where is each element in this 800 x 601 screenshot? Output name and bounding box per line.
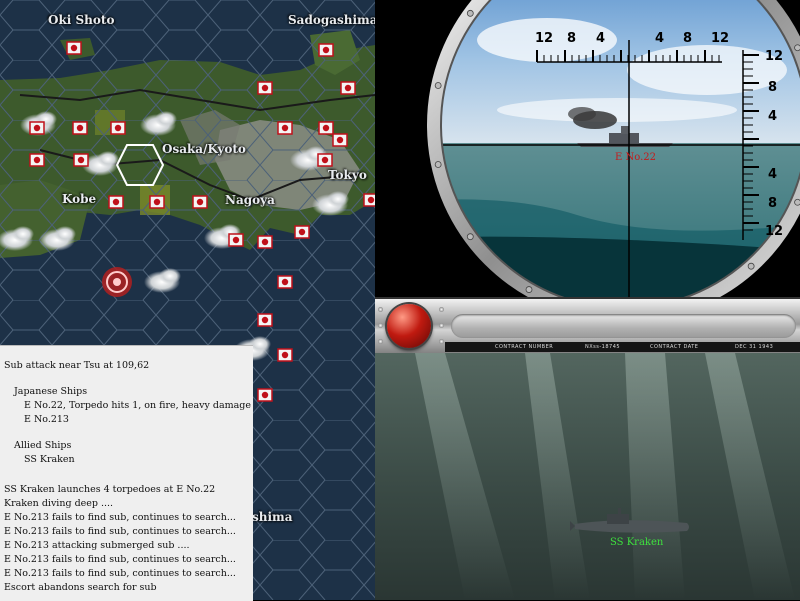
japanese-unit-flag-icon [318,121,334,135]
japanese-unit-flag-icon [257,235,273,249]
target-ship-label: E No.22 [615,152,656,163]
japanese-unit-flag-icon [149,195,165,209]
rivet-icon [439,339,444,344]
japanese-unit-flag-icon [317,153,333,167]
v-scale-4: 8 [768,196,778,211]
log-line-10: E No.213 attacking submerged sub .... [4,540,190,551]
japanese-unit-flag-icon [340,81,356,95]
rivet-icon [439,323,444,328]
japanese-unit-flag-icon [332,133,348,147]
log-line-13: Escort abandons search for sub [4,582,157,593]
v-scale-5: 12 [765,224,784,239]
japanese-unit-flag-icon [29,153,45,167]
v-scale-2: 4 [768,109,778,124]
sub-label: SS Kraken [610,537,664,548]
contract-strip: CONTRACT NUMBER NXss-18745 CONTRACT DATE… [445,342,800,352]
v-scale-3: 4 [768,167,778,182]
v-scale-1: 8 [768,80,778,95]
log-line-6: SS Kraken launches 4 torpedoes at E No.2… [4,484,216,495]
contract-date-label: CONTRACT DATE [650,344,699,350]
rivet-icon [378,339,383,344]
log-line-3: E No.213 [24,414,69,425]
japanese-unit-flag-icon [29,121,45,135]
bolt-icon [747,262,755,270]
log-line-4: Allied Ships [14,440,72,451]
place-label-oki-shoto: Oki Shoto [48,13,115,27]
contract-date-value: DEC 31 1943 [735,344,774,350]
log-line-0: Sub attack near Tsu at 109,62 [4,360,150,371]
japanese-unit-flag-icon [73,153,89,167]
japanese-unit-flag-icon [228,233,244,247]
japanese-unit-flag-icon [277,348,293,362]
place-label-shima: shima [252,510,293,524]
periscope-view: 12 8 4 4 8 12 12 8 4 4 8 12 E No.22 [377,0,800,297]
place-label-nagoya: Nagoya [225,193,275,207]
control-bar: CONTRACT NUMBER NXss-18745 CONTRACT DATE… [375,297,800,355]
place-label-osaka-kyoto: Osaka/Kyoto [162,142,246,156]
h-scale-5: 12 [711,31,730,46]
japanese-unit-flag-icon [72,121,88,135]
attack-target-marker [102,267,132,297]
underwater-canvas [415,353,795,600]
rivet-icon [378,307,383,312]
log-line-2: E No.22, Torpedo hits 1, on fire, heavy … [24,400,251,411]
log-line-9: E No.213 fails to find sub, continues to… [4,526,236,537]
bolt-icon [525,286,533,293]
log-line-12: E No.213 fails to find sub, continues to… [4,568,236,579]
japanese-unit-flag-icon [192,195,208,209]
log-line-11: E No.213 fails to find sub, continues to… [4,554,236,565]
nameplate [451,314,796,338]
h-scale-3: 4 [655,31,665,46]
japanese-unit-flag-icon [110,121,126,135]
japanese-unit-flag-icon [257,388,273,402]
log-line-5: SS Kraken [24,454,75,465]
bolt-icon [434,82,442,89]
place-label-kobe: Kobe [62,192,97,206]
underwater-view: SS Kraken [375,353,800,600]
japanese-unit-flag-icon [318,43,334,57]
japanese-unit-flag-icon [363,193,375,207]
bolt-icon [794,44,800,52]
log-line-8: E No.213 fails to find sub, continues to… [4,512,236,523]
japanese-unit-flag-icon [66,41,82,55]
dive-alarm-button[interactable] [387,304,431,348]
bolt-icon [794,198,800,206]
japanese-unit-flag-icon [277,121,293,135]
japanese-unit-flag-icon [277,275,293,289]
bolt-icon [466,9,474,17]
contract-number-value: NXss-18745 [585,344,621,350]
japanese-unit-flag-icon [108,195,124,209]
h-scale-4: 8 [683,31,693,46]
log-line-1: Japanese Ships [14,386,88,397]
japanese-unit-flag-icon [257,313,273,327]
h-scale-2: 4 [596,31,606,46]
bolt-icon [434,161,442,168]
combat-report-panel: Sub attack near Tsu at 109,62 Japanese S… [0,345,253,601]
h-scale-0: 12 [535,31,554,46]
japanese-unit-flag-icon [257,81,273,95]
contract-number-label: CONTRACT NUMBER [495,344,554,350]
h-scale-1: 8 [567,31,577,46]
periscope-canvas [427,0,800,297]
japanese-unit-flag-icon [294,225,310,239]
place-label-sadogashima: Sadogashima [288,13,375,27]
rivet-icon [439,307,444,312]
bolt-icon [466,233,474,241]
rivet-icon [378,323,383,328]
place-label-tokyo: Tokyo [328,168,367,182]
log-line-7: Kraken diving deep .... [4,498,114,509]
v-scale-0: 12 [765,49,784,64]
